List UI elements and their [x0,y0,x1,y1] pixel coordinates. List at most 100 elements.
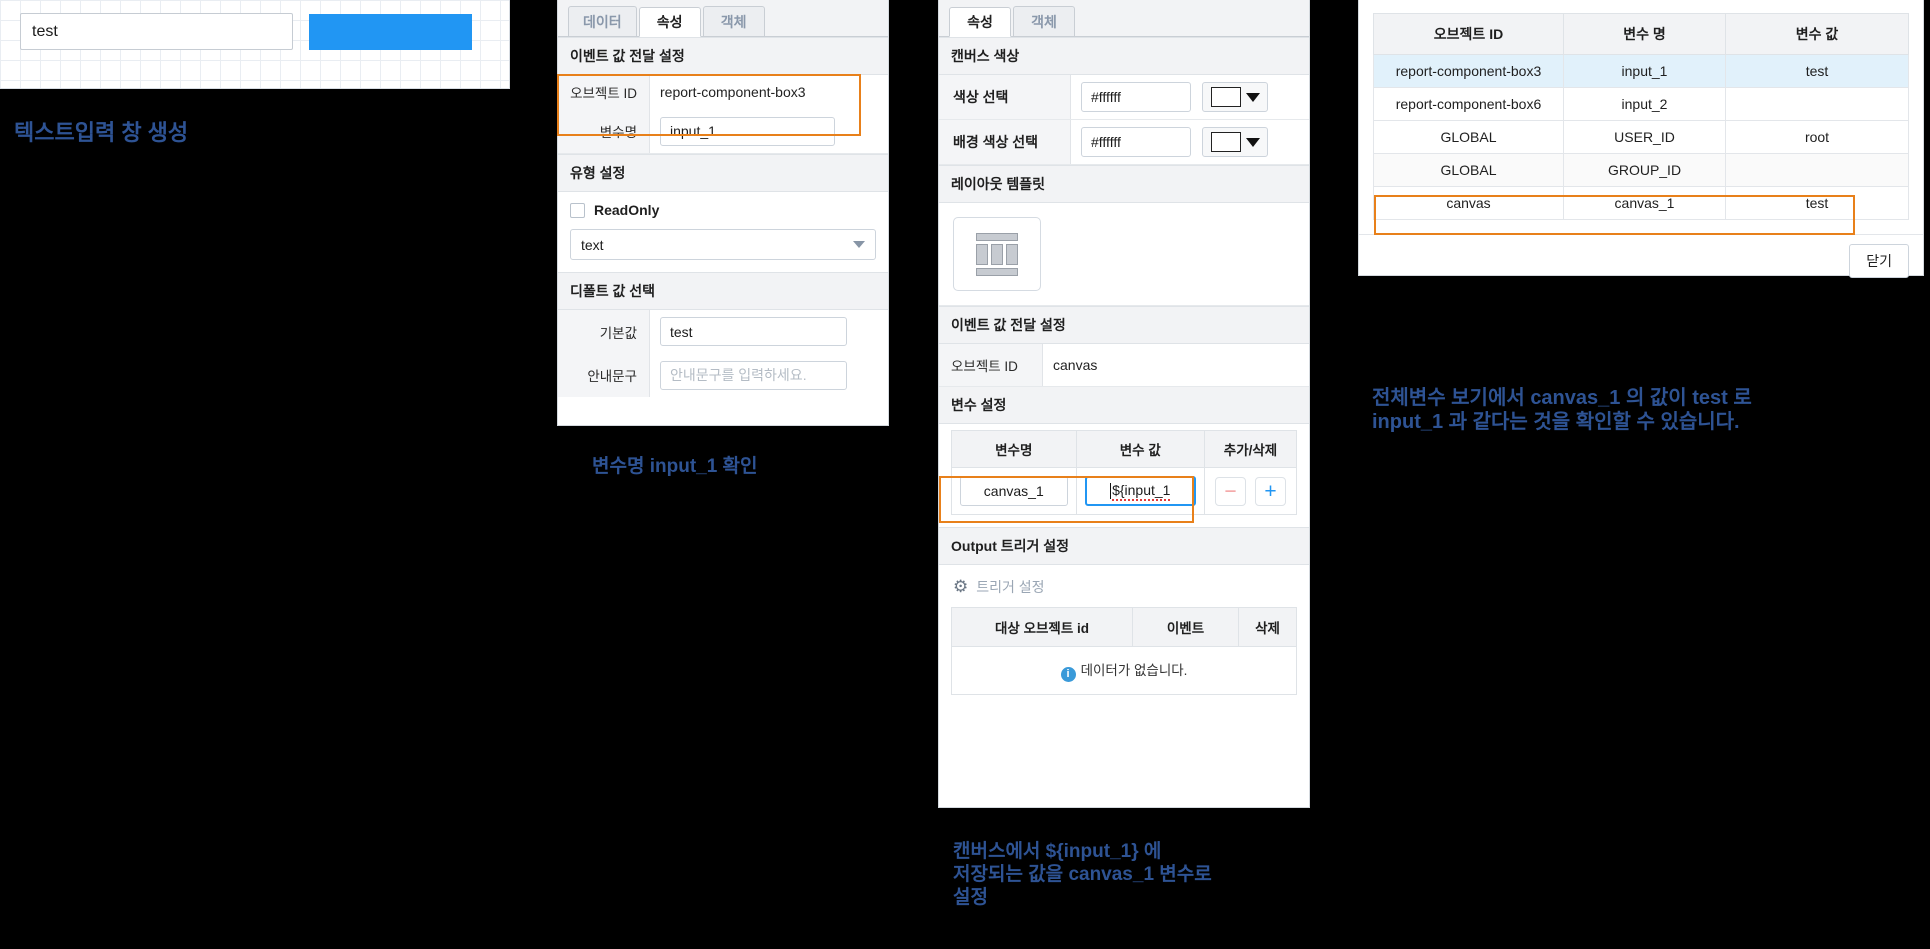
canvas-object-id-label: 오브젝트 ID [939,344,1043,386]
canvas-text-input[interactable]: test [20,13,293,50]
remove-row-button[interactable]: − [1215,476,1246,506]
th-event: 이벤트 [1132,607,1239,647]
var-name-cell-input[interactable]: canvas_1 [960,476,1068,506]
var-name-input-value: input_1 [670,123,716,139]
plus-icon: + [1264,479,1277,503]
readonly-label: ReadOnly [594,202,660,218]
table-row[interactable]: report-component-box6 input_2 [1373,87,1909,121]
readonly-checkbox[interactable] [570,202,585,218]
type-select[interactable]: text [570,229,876,260]
layout-section-title: 레이아웃 템플릿 [939,165,1309,203]
annotation-create-text-input: 텍스트입력 창 생성 [14,120,189,145]
cell-object-id: canvas [1373,186,1564,220]
th-add-delete: 추가/삭제 [1204,430,1297,468]
tab-properties-label: 속성 [656,14,683,30]
cell-variable-value: test [1725,186,1909,220]
object-id-row: 오브젝트 ID report-component-box3 [558,75,888,109]
default-section-title: 디폴트 값 선택 [558,272,888,310]
color-select-label: 색상 선택 [939,75,1071,119]
type-section-title: 유형 설정 [558,154,888,192]
cell-variable-value [1725,87,1909,121]
close-button[interactable]: 닫기 [1849,244,1909,278]
th-var-name: 변수명 [951,430,1077,468]
type-select-value: text [581,236,604,253]
color-hex-input[interactable]: #ffffff [1081,82,1191,112]
th-target-object-id: 대상 오브젝트 id [951,607,1133,647]
annotation-global-variables-line1: 전체변수 보기에서 canvas_1 의 값이 test 로 [1372,387,1752,409]
add-row-button[interactable]: + [1255,476,1286,506]
default-value-input[interactable]: test [660,317,847,346]
component-tabbar: 데이터 속성 객체 [558,0,888,37]
canvas-text-input-value: test [32,22,58,40]
cell-object-id: report-component-box6 [1373,87,1564,121]
td-var-name: canvas_1 [951,467,1077,515]
var-section-title: 변수 설정 [939,387,1309,424]
canvas-blue-button[interactable] [309,14,472,50]
bgcolor-swatch-picker[interactable] [1202,127,1268,157]
trigger-settings-link[interactable]: ⚙ 트리거 설정 [939,565,1309,603]
canvas-tab-object[interactable]: 객체 [1013,6,1075,36]
guide-row: 안내문구 안내문구를 입력하세요. [558,353,888,397]
annotation-check-var-name: 변수명 input_1 확인 [592,456,758,477]
cell-variable-name: canvas_1 [1563,186,1726,220]
default-value-cell: test [650,310,888,353]
annotation-canvas-variable-line2: 저장되는 값을 canvas_1 변수로 [953,864,1212,886]
cell-variable-name: GROUP_ID [1563,153,1726,187]
bgcolor-hex-input[interactable]: #ffffff [1081,127,1191,157]
var-name-value-cell: input_1 [650,109,888,153]
info-icon: i [1060,666,1076,682]
canvas-color-section-title: 캔버스 색상 [939,37,1309,75]
cell-object-id: GLOBAL [1373,153,1564,187]
tab-data[interactable]: 데이터 [568,6,637,36]
swatch-chevron-down-icon [1245,92,1260,102]
guide-input-placeholder: 안내문구를 입력하세요. [670,367,807,383]
readonly-checkbox-row[interactable]: ReadOnly [570,202,876,218]
color-select-row: 색상 선택 #ffffff [939,75,1309,120]
var-value-cell-value: ${input_1 [1112,482,1171,501]
default-value-row: 기본값 test [558,310,888,353]
bgcolor-select-row: 배경 색상 선택 #ffffff [939,120,1309,165]
canvas-preview: test [0,0,510,89]
text-cursor [1110,483,1112,499]
canvas-tab-properties[interactable]: 속성 [949,7,1011,37]
th-variable-name: 변수 명 [1563,13,1726,55]
default-value-label: 기본값 [558,310,650,353]
screenshot-stage: test 데이터 속성 객체 이벤트 값 전달 설정 오브젝트 ID repor… [0,0,1930,949]
color-select-fields: #ffffff [1071,75,1278,119]
cell-variable-value [1725,153,1909,187]
annotation-canvas-variable-line1: 캔버스에서 ${input_1} 에 [953,841,1162,862]
global-variables-dialog: 오브젝트 ID 변수 명 변수 값 report-component-box3 … [1358,0,1924,278]
cell-variable-value: test [1725,54,1909,88]
table-row[interactable]: GLOBAL USER_ID root [1373,120,1909,154]
output-table-header-row: 대상 오브젝트 id 이벤트 삭제 [951,607,1297,647]
canvas-event-section-title: 이벤트 값 전달 설정 [939,306,1309,344]
color-swatch-picker[interactable] [1202,82,1268,112]
table-row[interactable]: report-component-box3 input_1 test [1373,54,1909,88]
table-row[interactable]: canvas canvas_1 test [1373,186,1909,220]
guide-input[interactable]: 안내문구를 입력하세요. [660,360,847,390]
td-add-delete: − + [1204,467,1297,515]
variable-settings-table: 변수명 변수 값 추가/삭제 canvas_1 ${input_1 − + [951,430,1297,515]
tab-properties[interactable]: 속성 [638,7,701,37]
td-var-value: ${input_1 [1075,467,1206,515]
var-value-cell-input[interactable]: ${input_1 [1084,476,1196,506]
tab-object[interactable]: 객체 [702,6,765,36]
layout-template-option[interactable] [953,217,1041,291]
gear-icon: ⚙ [953,577,969,596]
bgswatch-chevron-down-icon [1245,137,1260,147]
table-row[interactable]: GLOBAL GROUP_ID [1373,153,1909,187]
row-actions: − + [1213,476,1288,506]
cell-variable-value: root [1725,120,1909,154]
component-properties-panel: 데이터 속성 객체 이벤트 값 전달 설정 오브젝트 ID report-com… [557,0,889,426]
trigger-settings-label: 트리거 설정 [976,579,1045,595]
output-trigger-table: 대상 오브젝트 id 이벤트 삭제 i 데이터가 없습니다. [951,607,1297,695]
guide-label: 안내문구 [558,353,650,397]
object-id-value-cell: report-component-box3 [650,75,888,109]
object-id-label: 오브젝트 ID [558,75,650,109]
object-id-value: report-component-box3 [660,84,806,100]
bgcolor-select-fields: #ffffff [1071,120,1278,164]
cell-variable-name: input_2 [1563,87,1726,121]
canvas-tab-object-label: 객체 [1031,13,1057,30]
bgcolor-swatch-icon [1210,132,1241,152]
var-name-input[interactable]: input_1 [660,116,835,146]
